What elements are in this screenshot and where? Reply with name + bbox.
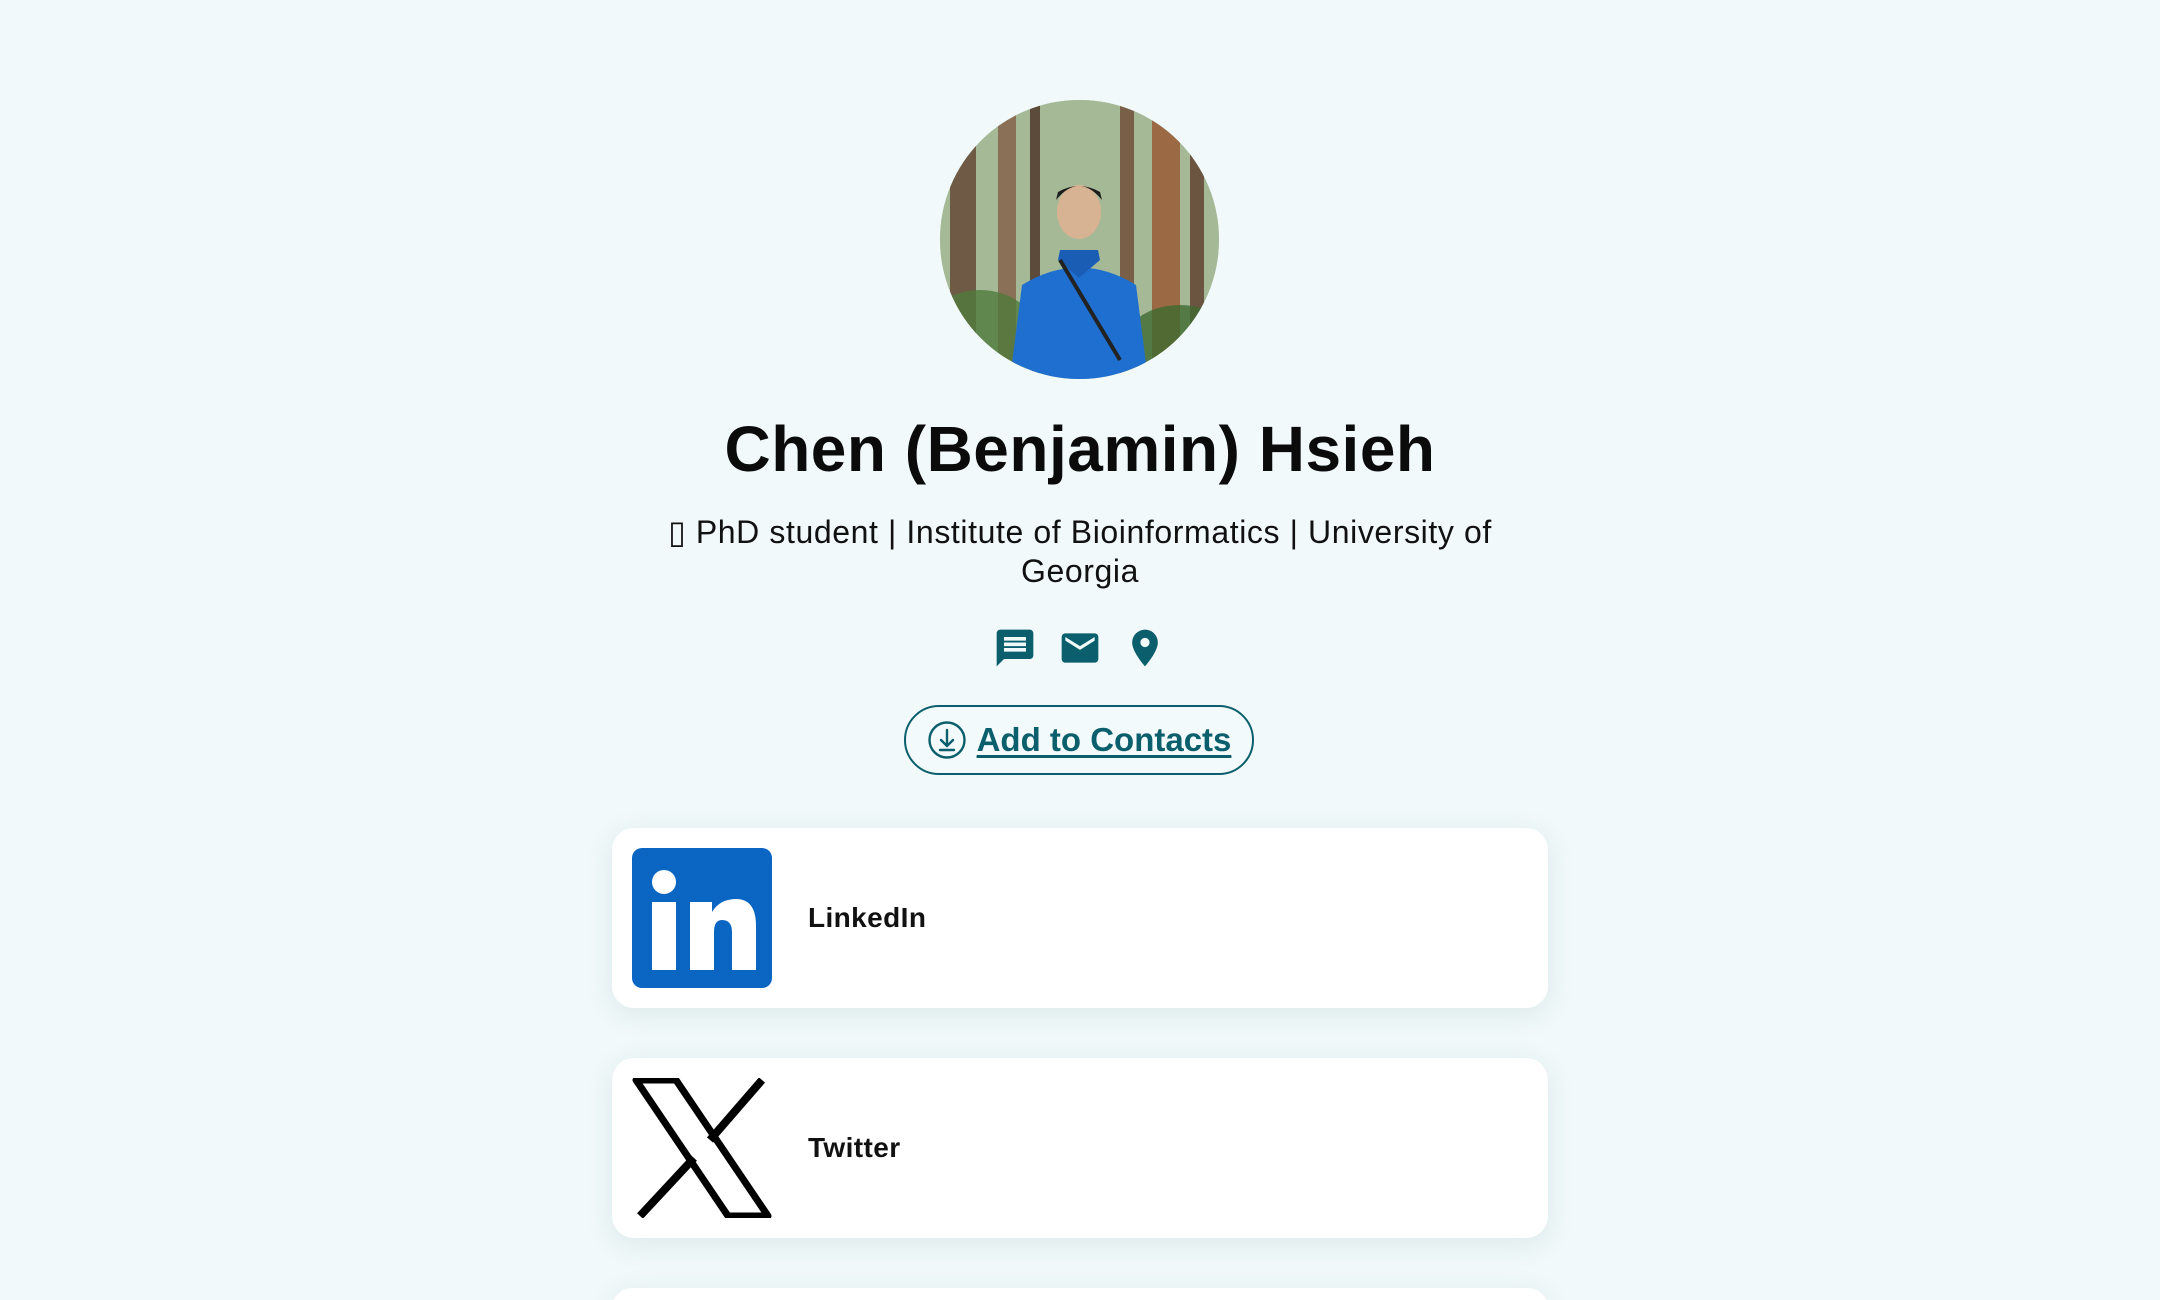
add-to-contacts-button[interactable]: Add to Contacts [904,705,1254,775]
download-circle-icon [927,721,966,759]
linkedin-icon [632,848,772,988]
profile-name: Chen (Benjamin) Hsieh [724,413,1436,485]
profile-page: Chen (Benjamin) Hsieh ▯ PhD student | In… [0,0,2160,1300]
link-label-twitter: Twitter [808,1132,901,1163]
x-twitter-icon [632,1076,772,1220]
link-card-twitter[interactable]: Twitter [612,1058,1548,1238]
profile-avatar [940,100,1219,379]
link-label-linkedin: LinkedIn [808,902,927,933]
contact-icon-row [0,624,2160,672]
message-button[interactable] [993,624,1037,672]
location-pin-icon [1132,629,1158,667]
message-icon [996,629,1034,667]
add-to-contacts-label: Add to Contacts [976,721,1232,758]
link-card-linkedin[interactable]: LinkedIn [612,828,1548,1008]
location-button[interactable] [1123,624,1167,672]
email-button[interactable] [1058,624,1102,672]
email-icon [1061,633,1099,663]
profile-bio: ▯ PhD student | Institute of Bioinformat… [668,514,1492,589]
avatar-photo [940,100,1219,379]
link-card-partial[interactable] [612,1288,1548,1300]
